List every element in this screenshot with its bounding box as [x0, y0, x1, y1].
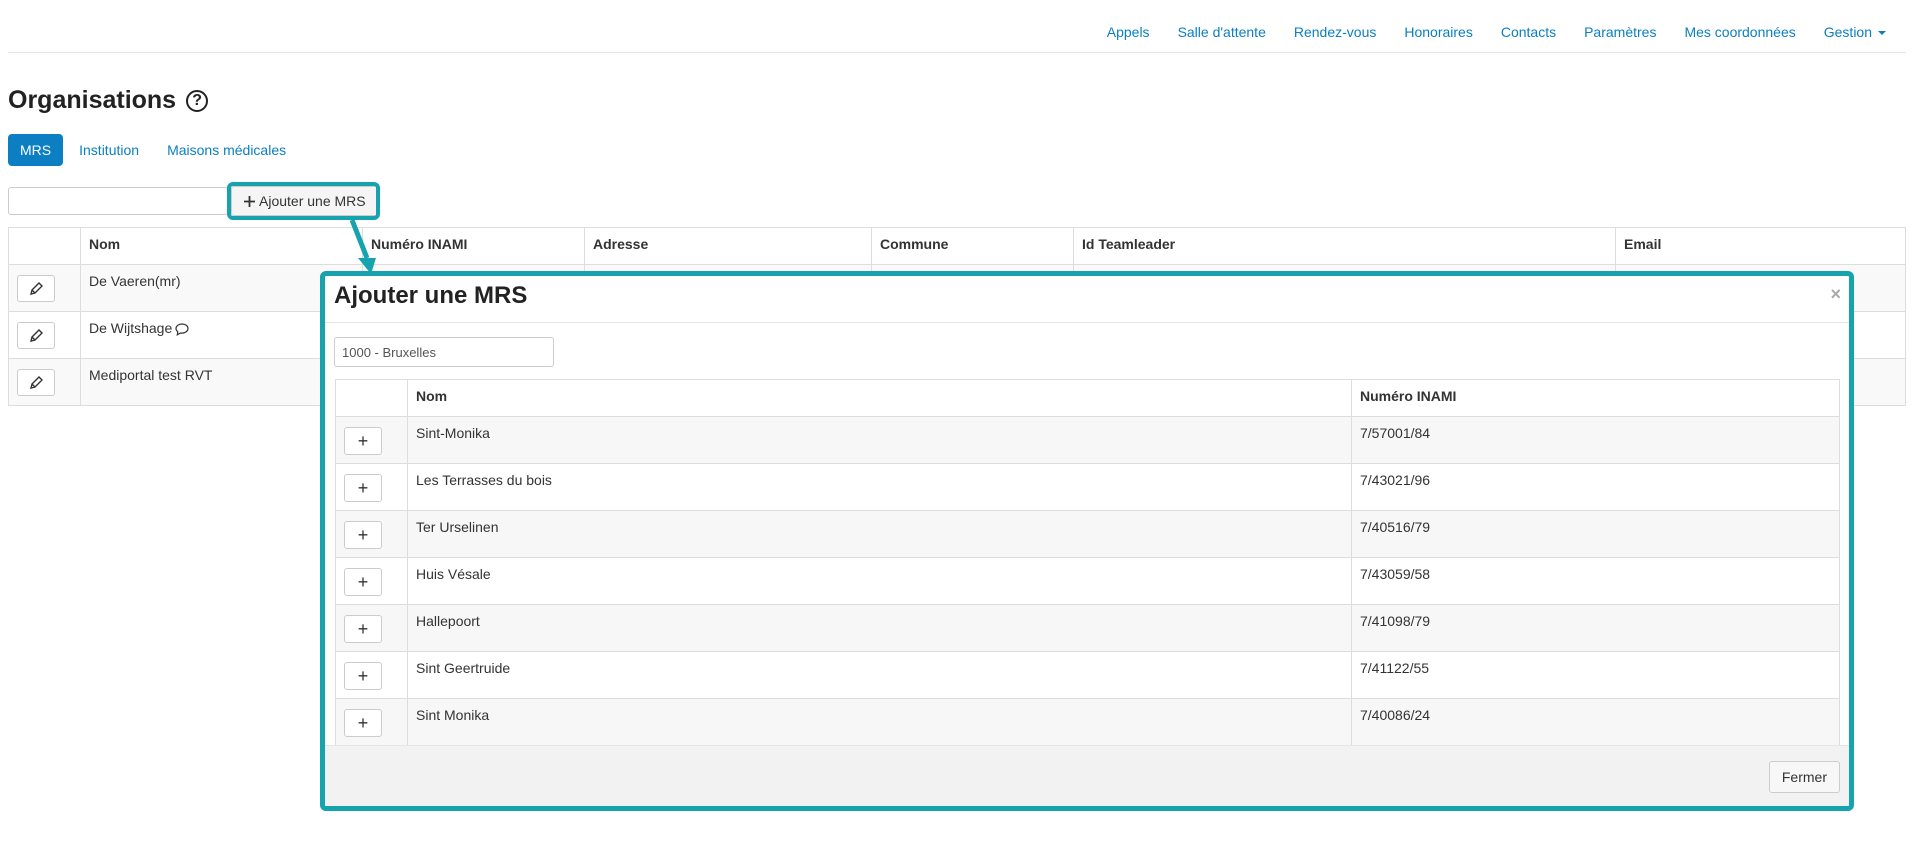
col-inami: Numéro INAMI: [362, 227, 585, 265]
modal-footer: Fermer: [325, 745, 1849, 806]
add-row-button[interactable]: +: [344, 709, 382, 737]
nav-contacts[interactable]: Contacts: [1487, 24, 1570, 40]
tab-mrs[interactable]: MRS: [8, 134, 64, 166]
mrs-search-results-table: Nom Numéro INAMI + Sint-Monika 7/57001/8…: [335, 379, 1840, 749]
row-nom: Sint Geertruide: [407, 651, 1352, 699]
annotation-arrow: [349, 219, 376, 274]
table-row: + Sint-Monika 7/57001/84: [335, 416, 1840, 464]
tab-institution[interactable]: Institution: [67, 134, 151, 166]
highlight-frame-button: [227, 182, 380, 220]
row-inami: 7/43021/96: [1351, 463, 1840, 511]
row-nom: Sint-Monika: [407, 416, 1352, 464]
postal-code-input[interactable]: [334, 337, 554, 367]
col-actions: [335, 379, 408, 417]
add-row-button[interactable]: +: [344, 662, 382, 690]
table-row: + Sint Monika 7/40086/24: [335, 698, 1840, 746]
top-navigation: Appels Salle d'attente Rendez-vous Honor…: [8, 0, 1906, 53]
row-inami: 7/43059/58: [1351, 557, 1840, 605]
table-row: + Hallepoort 7/41098/79: [335, 604, 1840, 652]
add-row-button[interactable]: +: [344, 568, 382, 596]
caret-down-icon: [1878, 31, 1886, 36]
row-nom: Huis Vésale: [407, 557, 1352, 605]
col-nom: Nom: [407, 379, 1352, 417]
table-header-row: Nom Numéro INAMI Adresse Commune Id Team…: [8, 227, 1906, 265]
nav-rendez-vous[interactable]: Rendez-vous: [1280, 24, 1391, 40]
nav-appels[interactable]: Appels: [1093, 24, 1164, 40]
row-nom: Hallepoort: [407, 604, 1352, 652]
add-row-button[interactable]: +: [344, 427, 382, 455]
add-mrs-modal: Ajouter une MRS × Nom Numéro INAMI + Sin…: [320, 271, 1854, 811]
pencil-icon: [30, 328, 43, 342]
col-actions: [8, 227, 81, 265]
add-row-button[interactable]: +: [344, 474, 382, 502]
row-nom: Ter Urselinen: [407, 510, 1352, 558]
col-email: Email: [1615, 227, 1906, 265]
nav-parametres[interactable]: Paramètres: [1570, 24, 1670, 40]
table-row: + Ter Urselinen 7/40516/79: [335, 510, 1840, 558]
col-nom: Nom: [80, 227, 363, 265]
row-inami: 7/57001/84: [1351, 416, 1840, 464]
nav-salle-attente[interactable]: Salle d'attente: [1164, 24, 1280, 40]
col-commune: Commune: [871, 227, 1074, 265]
table-header-row: Nom Numéro INAMI: [335, 379, 1840, 417]
add-row-button[interactable]: +: [344, 615, 382, 643]
close-icon[interactable]: ×: [1830, 284, 1841, 305]
edit-button[interactable]: [17, 369, 55, 396]
modal-title: Ajouter une MRS: [334, 282, 528, 309]
pencil-icon: [30, 281, 43, 295]
row-nom: Les Terrasses du bois: [407, 463, 1352, 511]
pencil-icon: [30, 375, 43, 389]
close-button[interactable]: Fermer: [1768, 761, 1840, 793]
comment-icon[interactable]: [175, 323, 189, 336]
nav-honoraires[interactable]: Honoraires: [1390, 24, 1486, 40]
row-inami: 7/41122/55: [1351, 651, 1840, 699]
table-row: + Huis Vésale 7/43059/58: [335, 557, 1840, 605]
nav-gestion-dropdown[interactable]: Gestion: [1810, 24, 1900, 40]
col-id-teamleader: Id Teamleader: [1073, 227, 1616, 265]
row-inami: 7/40086/24: [1351, 698, 1840, 746]
table-row: + Sint Geertruide 7/41122/55: [335, 651, 1840, 699]
col-adresse: Adresse: [584, 227, 872, 265]
row-nom: Sint Monika: [407, 698, 1352, 746]
row-nom: De Wijtshage: [89, 320, 173, 336]
modal-header: Ajouter une MRS ×: [325, 276, 1849, 323]
nav-gestion-label: Gestion: [1823, 24, 1872, 40]
tab-maisons-medicales[interactable]: Maisons médicales: [155, 134, 298, 166]
add-row-button[interactable]: +: [344, 521, 382, 549]
modal-body: Nom Numéro INAMI + Sint-Monika 7/57001/8…: [325, 323, 1849, 749]
page-title-row: Organisations ?: [8, 86, 209, 115]
row-inami: 7/40516/79: [1351, 510, 1840, 558]
row-inami: 7/41098/79: [1351, 604, 1840, 652]
edit-button[interactable]: [17, 275, 55, 302]
col-inami: Numéro INAMI: [1351, 379, 1840, 417]
help-icon[interactable]: ?: [186, 89, 209, 112]
table-row: + Les Terrasses du bois 7/43021/96: [335, 463, 1840, 511]
search-input[interactable]: [8, 187, 228, 215]
page-title: Organisations: [8, 86, 177, 114]
edit-button[interactable]: [17, 322, 55, 349]
organisation-tabs: MRS Institution Maisons médicales: [8, 134, 298, 166]
nav-mes-coordonnees[interactable]: Mes coordonnées: [1670, 24, 1809, 40]
